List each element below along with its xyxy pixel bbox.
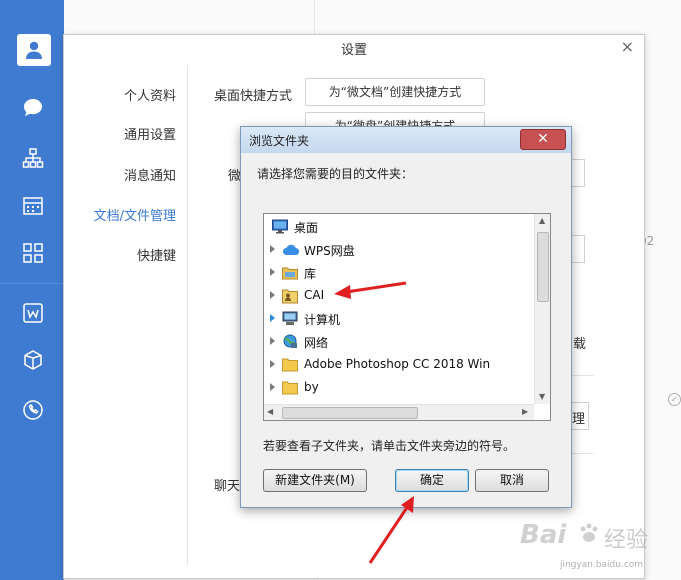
arrow-to-ok-icon [368,496,414,564]
baidu-jingyan-watermark: Bai 经验 jingyan.baidu.com [520,516,680,576]
watermark-site: jingyan.baidu.com [560,560,644,570]
annotation-arrows [334,281,414,564]
arrow-to-cai-icon [334,281,407,299]
watermark-brand-2: 经验 [604,528,649,553]
paw-icon [578,522,600,544]
watermark-brand: Bai [520,520,567,550]
